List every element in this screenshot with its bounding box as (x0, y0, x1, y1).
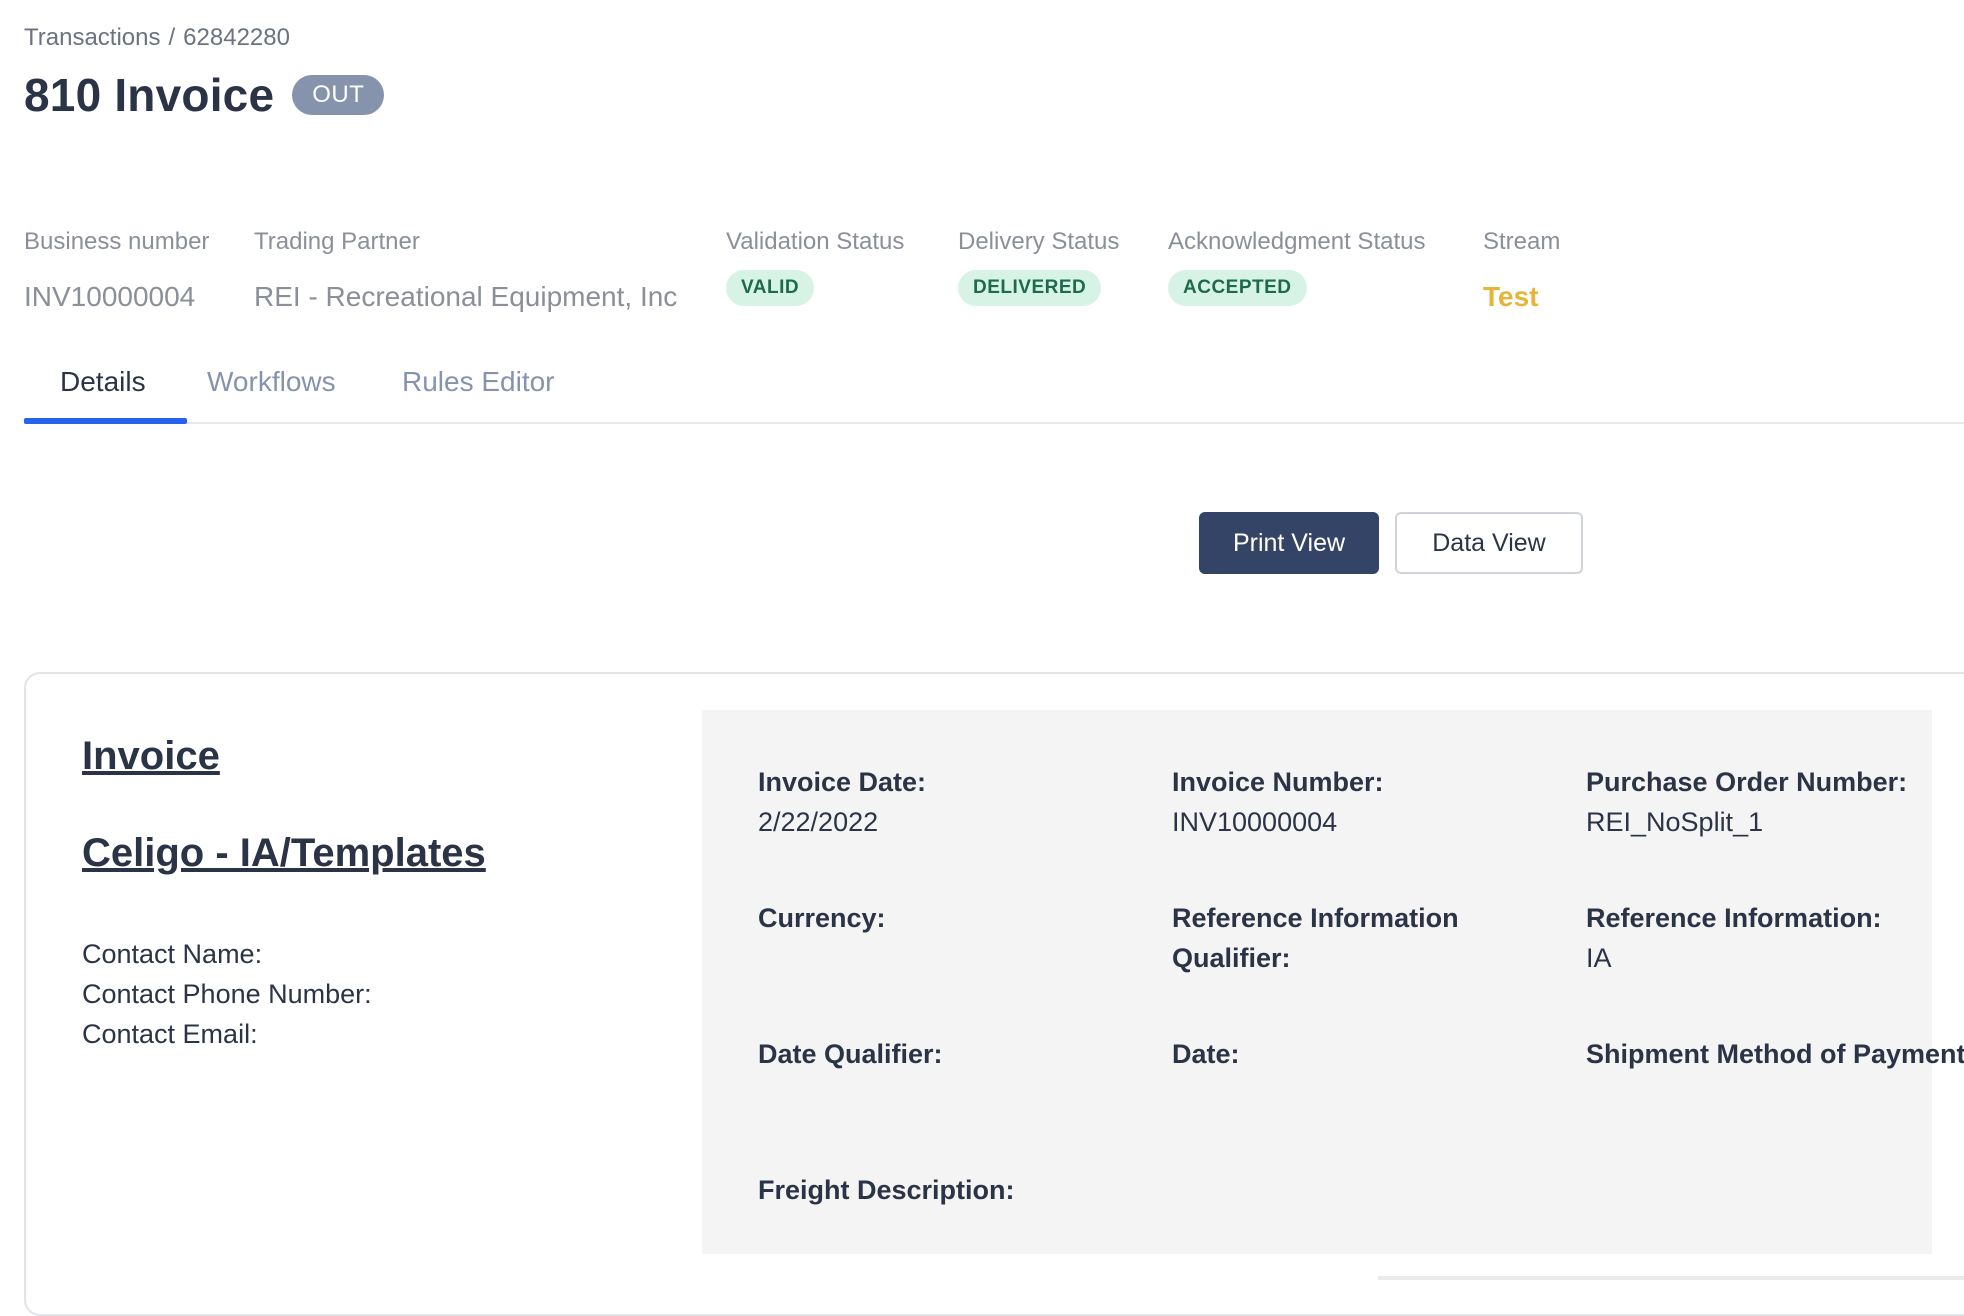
section-divider (1378, 1276, 1964, 1280)
direction-badge: OUT (292, 75, 385, 115)
page-title: 810 Invoice (24, 69, 275, 121)
validation-status-label: Validation Status (726, 228, 905, 255)
validation-status-group: Validation Status VALID (726, 226, 958, 316)
title-row: 810 Invoice OUT (24, 68, 385, 122)
trading-partner-value: REI - Recreational Equipment, Inc (254, 281, 678, 312)
ref-info-qualifier-label: Reference Information Qualifier: (1172, 903, 1459, 973)
business-number-value: INV10000004 (24, 281, 196, 312)
data-view-button[interactable]: Data View (1395, 512, 1583, 574)
ref-info-field: Reference Information: IA (1586, 898, 1964, 978)
contact-email-label: Contact Email: (82, 1019, 258, 1049)
business-number-label: Business number (24, 228, 210, 255)
invoice-date-field: Invoice Date: 2/22/2022 (758, 762, 1148, 842)
date-label: Date: (1172, 1039, 1240, 1069)
acknowledgment-status-label: Acknowledgment Status (1168, 228, 1426, 255)
tab-rules-editor[interactable]: Rules Editor (402, 366, 555, 398)
breadcrumb-transactions-link[interactable]: Transactions (24, 24, 161, 52)
breadcrumb-separator: / (168, 24, 176, 51)
invoice-number-value: INV10000004 (1172, 807, 1338, 837)
invoice-details-panel: Invoice Date: 2/22/2022 Invoice Number: … (702, 710, 1964, 1254)
contact-phone-label: Contact Phone Number: (82, 979, 372, 1009)
stream-value: Test (1483, 281, 1539, 312)
date-qualifier-label: Date Qualifier: (758, 1039, 943, 1069)
invoice-summary: Invoice Celigo - IA/Templates Contact Na… (82, 734, 486, 1054)
delivery-status-badge: DELIVERED (958, 270, 1102, 306)
invoice-number-field: Invoice Number: INV10000004 (1172, 762, 1562, 842)
validation-status-badge: VALID (726, 270, 815, 306)
freight-description-field: Freight Description: (758, 1170, 1358, 1210)
active-tab-indicator (24, 418, 187, 424)
invoice-number-label: Invoice Number: (1172, 767, 1384, 797)
view-toggle: Print View Data View (1199, 512, 1583, 574)
tab-workflows[interactable]: Workflows (207, 366, 336, 398)
contact-name-label: Contact Name: (82, 939, 263, 969)
ref-info-value: IA (1586, 943, 1612, 973)
print-view-button[interactable]: Print View (1199, 512, 1379, 574)
breadcrumb-current: 62842280 (183, 24, 290, 51)
acknowledgment-status-group: Acknowledgment Status ACCEPTED (1168, 226, 1483, 316)
transaction-meta: Business number INV10000004 Trading Part… (24, 226, 1603, 316)
trading-partner-label: Trading Partner (254, 228, 420, 255)
ref-info-qualifier-field: Reference Information Qualifier: (1172, 898, 1562, 978)
shipment-method-label: Shipment Method of Payment: (1586, 1039, 1964, 1069)
invoice-print-view: Invoice Celigo - IA/Templates Contact Na… (24, 672, 1964, 1316)
freight-description-label: Freight Description: (758, 1175, 1015, 1205)
invoice-date-label: Invoice Date: (758, 767, 927, 797)
currency-field: Currency: (758, 898, 1148, 938)
date-qualifier-field: Date Qualifier: (758, 1034, 1148, 1074)
delivery-status-label: Delivery Status (958, 228, 1120, 255)
trading-partner-group: Trading Partner REI - Recreational Equip… (254, 226, 726, 316)
contact-info: Contact Name: Contact Phone Number: Cont… (82, 934, 486, 1054)
business-number-group: Business number INV10000004 (24, 226, 254, 316)
delivery-status-group: Delivery Status DELIVERED (958, 226, 1168, 316)
invoice-date-value: 2/22/2022 (758, 807, 879, 837)
acknowledgment-status-badge: ACCEPTED (1168, 270, 1307, 306)
po-number-label: Purchase Order Number: (1586, 767, 1908, 797)
date-field: Date: (1172, 1034, 1562, 1074)
po-number-field: Purchase Order Number: REI_NoSplit_1 (1586, 762, 1964, 842)
breadcrumb: Transactions / 62842280 (24, 24, 290, 52)
company-heading: Celigo - IA/Templates (82, 831, 486, 875)
invoice-heading: Invoice (82, 734, 220, 778)
po-number-value: REI_NoSplit_1 (1586, 807, 1764, 837)
tab-bar: Details Workflows Rules Editor (24, 346, 1964, 424)
currency-label: Currency: (758, 903, 886, 933)
shipment-method-field: Shipment Method of Payment: (1586, 1034, 1964, 1074)
ref-info-label: Reference Information: (1586, 903, 1882, 933)
tab-details[interactable]: Details (60, 366, 146, 398)
stream-group: Stream Test (1483, 226, 1603, 316)
stream-label: Stream (1483, 228, 1561, 255)
